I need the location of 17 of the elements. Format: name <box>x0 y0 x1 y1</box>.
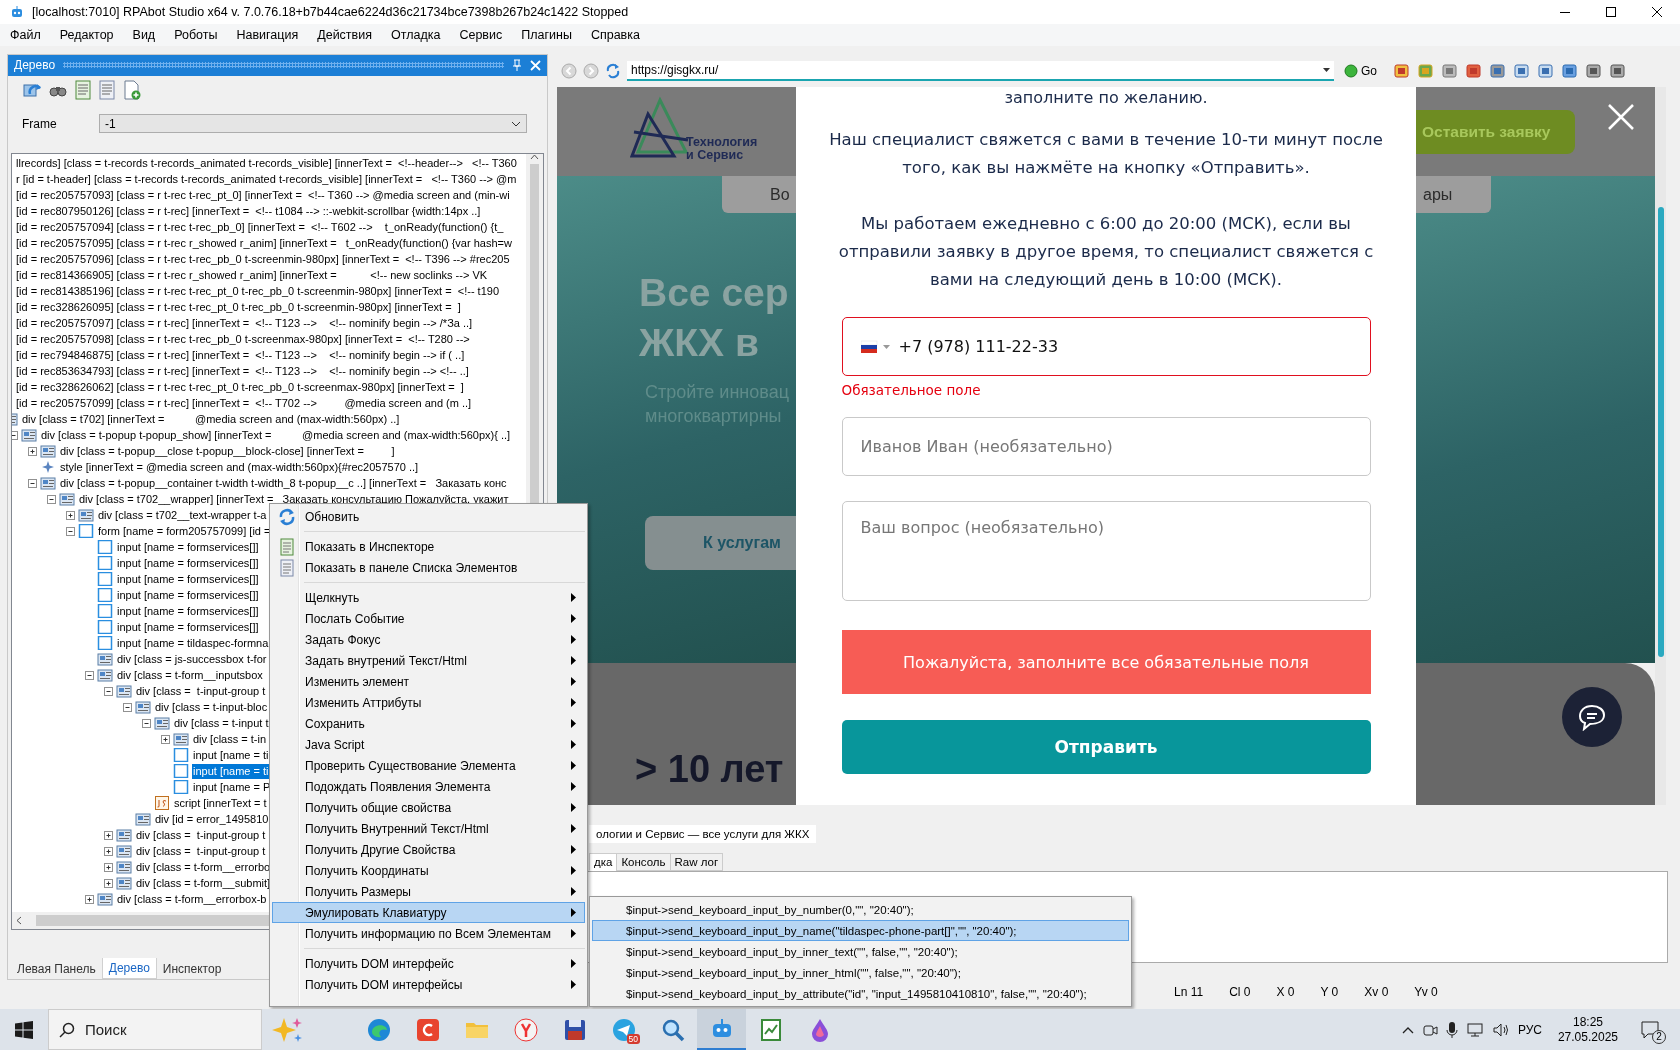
status-text: Xv 0 <box>1364 985 1389 999</box>
error-message: Обязательное поле <box>841 382 981 398</box>
status-text: Ln 11 <box>1174 985 1204 999</box>
status-text: X 0 <box>1276 985 1295 999</box>
panel-title: Дерево <box>14 58 56 73</box>
stat-heading: > 10 лет <box>635 748 785 791</box>
notification-badge: 50 <box>626 1034 640 1044</box>
info-paragraph: Наш специалист свяжется с вами в течение 10-ти минут после того, как вы нажмёте на кнопку «Отправить». <box>828 129 1384 179</box>
status-text: Yv 0 <box>1414 985 1438 999</box>
hero-title: Все сер ЖКХ в <box>639 270 790 366</box>
frame-label: Frame <box>21 116 58 131</box>
window-title: [localhost:7010] RPAbot Studio x64 v. 7.0.76.18+b7b44cae6224d36c21734bce7398b267b24c1422 Stopped <box>32 5 630 19</box>
alert-banner: Пожалуйста, заполните все обязательные поля <box>841 630 1371 694</box>
status-text: Y 0 <box>1320 985 1339 999</box>
info-paragraph: Мы работаем ежедневно с 6:00 до 20:00 (МСК), если вы отправили заявку в другое время, то специалист свяжется с вами на следующий день в 10:00 (МСК). <box>837 213 1375 291</box>
status-text: Cl 0 <box>1229 985 1251 999</box>
intro-text: заполните по желанию. <box>1004 87 1208 109</box>
